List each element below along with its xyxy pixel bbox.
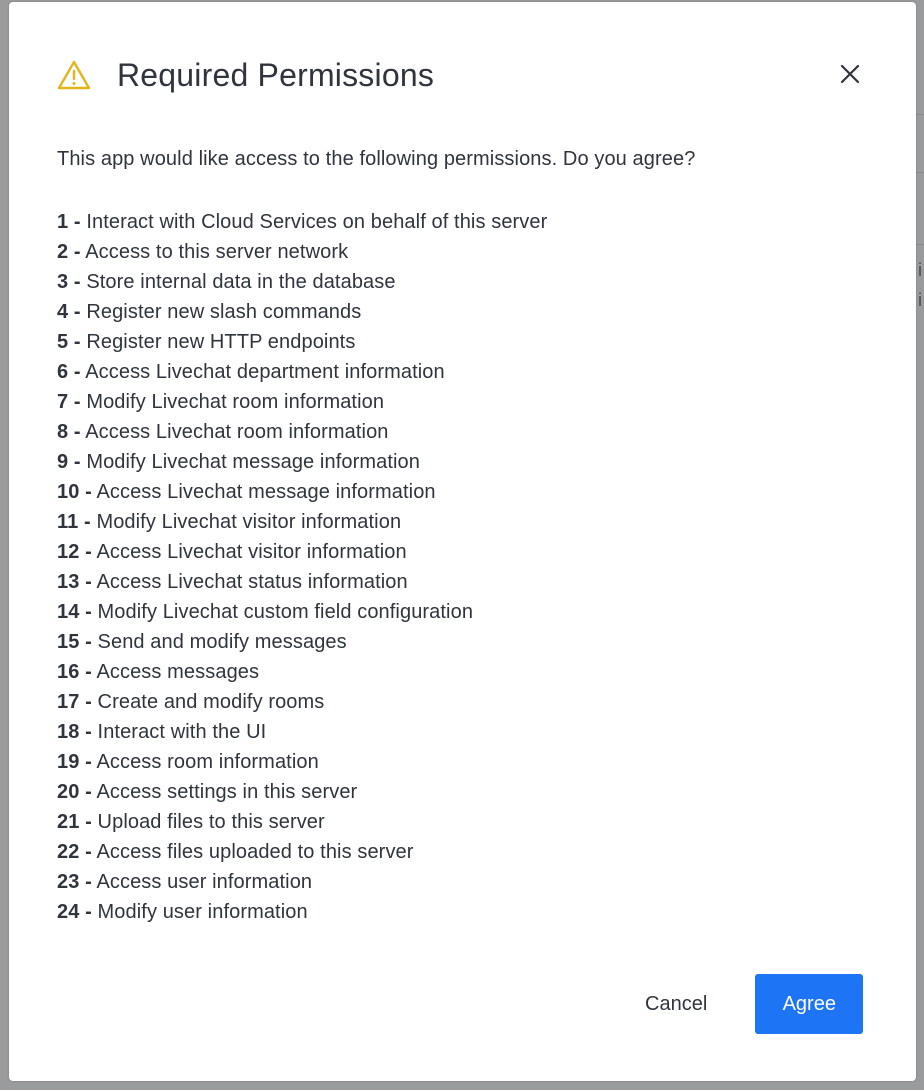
permission-number: 4 - <box>57 301 81 323</box>
permission-text: Send and modify messages <box>97 631 347 653</box>
permission-text: Access Livechat status information <box>96 571 408 593</box>
permission-text: Access files uploaded to this server <box>96 841 414 863</box>
permission-number: 12 - <box>57 541 92 563</box>
permission-text: Access messages <box>96 661 260 683</box>
permission-number: 3 - <box>57 271 81 293</box>
permission-item: 1 - Interact with Cloud Services on beha… <box>57 207 547 237</box>
permission-item: 9 - Modify Livechat message information <box>57 447 547 477</box>
permission-item: 13 - Access Livechat status information <box>57 567 547 597</box>
permission-item: 7 - Modify Livechat room information <box>57 387 547 417</box>
permission-number: 23 - <box>57 871 92 893</box>
permission-number: 2 - <box>57 241 81 263</box>
permission-number: 14 - <box>57 601 92 623</box>
permission-item: 18 - Interact with the UI <box>57 717 547 747</box>
permission-text: Modify Livechat visitor information <box>96 511 402 533</box>
modal-intro-text: This app would like access to the follow… <box>57 148 696 170</box>
permission-text: Upload files to this server <box>97 811 325 833</box>
permission-item: 15 - Send and modify messages <box>57 627 547 657</box>
close-button[interactable] <box>835 58 865 94</box>
permission-item: 5 - Register new HTTP endpoints <box>57 327 547 357</box>
permission-text: Access Livechat message information <box>96 481 436 503</box>
permission-text: Modify user information <box>97 901 308 923</box>
permission-text: Register new HTTP endpoints <box>86 331 356 353</box>
permission-number: 15 - <box>57 631 92 653</box>
background-text: i <box>918 260 922 280</box>
permission-number: 17 - <box>57 691 92 713</box>
permission-item: 16 - Access messages <box>57 657 547 687</box>
permission-text: Access user information <box>96 871 313 893</box>
permission-text: Interact with the UI <box>97 721 267 743</box>
permission-number: 22 - <box>57 841 92 863</box>
permission-text: Register new slash commands <box>86 301 362 323</box>
permission-text: Access room information <box>96 751 319 773</box>
agree-button[interactable]: Agree <box>755 974 864 1034</box>
permission-text: Modify Livechat custom field configurati… <box>97 601 474 623</box>
permission-number: 18 - <box>57 721 92 743</box>
permission-item: 24 - Modify user information <box>57 897 547 927</box>
permissions-modal: Required Permissions This app would like… <box>9 2 916 1081</box>
permission-item: 21 - Upload files to this server <box>57 807 547 837</box>
permission-item: 6 - Access Livechat department informati… <box>57 357 547 387</box>
permission-item: 10 - Access Livechat message information <box>57 477 547 507</box>
permission-number: 5 - <box>57 331 81 353</box>
permission-item: 8 - Access Livechat room information <box>57 417 547 447</box>
permission-number: 13 - <box>57 571 92 593</box>
permission-number: 10 - <box>57 481 92 503</box>
permission-text: Access settings in this server <box>96 781 358 803</box>
permission-number: 24 - <box>57 901 92 923</box>
permission-item: 17 - Create and modify rooms <box>57 687 547 717</box>
permission-text: Access to this server network <box>85 241 349 263</box>
permission-item: 19 - Access room information <box>57 747 547 777</box>
permission-text: Store internal data in the database <box>86 271 396 293</box>
cancel-button[interactable]: Cancel <box>621 974 731 1034</box>
permission-item: 14 - Modify Livechat custom field config… <box>57 597 547 627</box>
permission-number: 9 - <box>57 451 81 473</box>
permission-item: 4 - Register new slash commands <box>57 297 547 327</box>
permission-number: 6 - <box>57 361 81 383</box>
permission-text: Modify Livechat room information <box>86 391 385 413</box>
permission-number: 1 - <box>57 211 81 233</box>
permission-number: 7 - <box>57 391 81 413</box>
permission-item: 3 - Store internal data in the database <box>57 267 547 297</box>
modal-footer: Cancel Agree <box>621 974 864 1034</box>
warning-icon <box>57 58 91 92</box>
modal-title: Required Permissions <box>117 56 435 93</box>
permission-text: Interact with Cloud Services on behalf o… <box>86 211 548 233</box>
permission-item: 11 - Modify Livechat visitor information <box>57 507 547 537</box>
permission-number: 8 - <box>57 421 81 443</box>
background-text: i <box>918 290 922 310</box>
permission-item: 22 - Access files uploaded to this serve… <box>57 837 547 867</box>
permission-item: 23 - Access user information <box>57 867 547 897</box>
permission-text: Create and modify rooms <box>97 691 325 713</box>
permission-number: 21 - <box>57 811 92 833</box>
permission-item: 12 - Access Livechat visitor information <box>57 537 547 567</box>
modal-header: Required Permissions <box>57 52 877 98</box>
permission-text: Access Livechat room information <box>85 421 389 443</box>
permission-number: 11 - <box>57 511 91 533</box>
permission-number: 19 - <box>57 751 92 773</box>
permission-number: 20 - <box>57 781 92 803</box>
permission-text: Access Livechat department information <box>85 361 445 383</box>
permission-item: 20 - Access settings in this server <box>57 777 547 807</box>
permission-text: Modify Livechat message information <box>86 451 420 473</box>
permission-item: 2 - Access to this server network <box>57 237 547 267</box>
permission-text: Access Livechat visitor information <box>96 541 407 563</box>
permission-number: 16 - <box>57 661 92 683</box>
permission-list: 1 - Interact with Cloud Services on beha… <box>57 207 547 927</box>
close-icon[interactable] <box>839 63 861 90</box>
